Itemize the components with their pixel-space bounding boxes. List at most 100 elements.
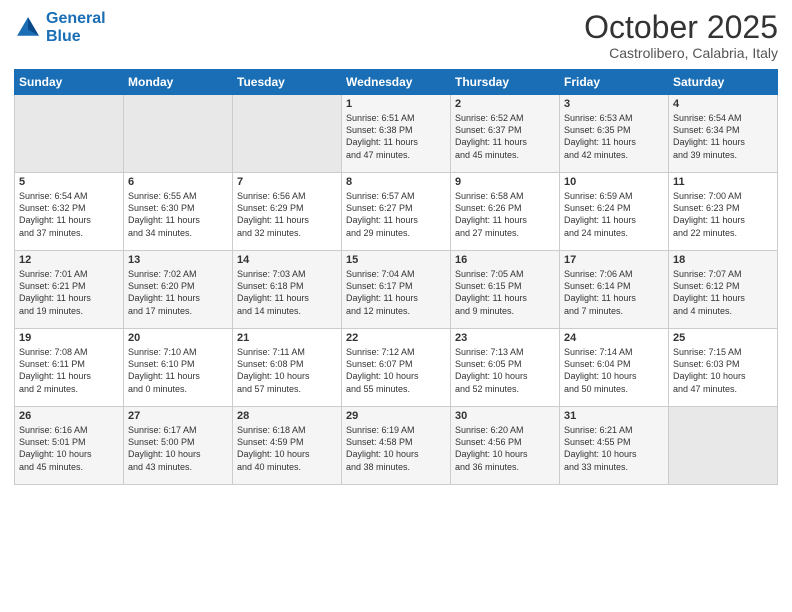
calendar-cell: 5 Sunrise: 6:54 AM Sunset: 6:32 PM Daylig… — [15, 173, 124, 251]
calendar-week-row: 26 Sunrise: 6:16 AM Sunset: 5:01 PM Dayli… — [15, 407, 778, 485]
cell-content: Sunrise: 6:52 AM Sunset: 6:37 PM Dayligh… — [455, 112, 555, 161]
weekday-header: Sunday — [15, 70, 124, 95]
calendar-cell: 19 Sunrise: 7:08 AM Sunset: 6:11 PM Dayli… — [15, 329, 124, 407]
calendar-cell: 2 Sunrise: 6:52 AM Sunset: 6:37 PM Daylig… — [451, 95, 560, 173]
cell-content: Sunrise: 6:54 AM Sunset: 6:32 PM Dayligh… — [19, 190, 119, 239]
calendar-cell: 26 Sunrise: 6:16 AM Sunset: 5:01 PM Dayli… — [15, 407, 124, 485]
calendar-week-row: 5 Sunrise: 6:54 AM Sunset: 6:32 PM Daylig… — [15, 173, 778, 251]
cell-content: Sunrise: 6:20 AM Sunset: 4:56 PM Dayligh… — [455, 424, 555, 473]
day-number: 14 — [237, 254, 337, 266]
title-block: October 2025 Castrolibero, Calabria, Ita… — [584, 10, 778, 61]
calendar-cell: 27Sunrise: 6:17 AM Sunset: 5:00 PM Dayli… — [124, 407, 233, 485]
cell-content: Sunrise: 7:15 AM Sunset: 6:03 PM Dayligh… — [673, 346, 773, 395]
day-number: 9 — [455, 176, 555, 188]
calendar-cell: 9 Sunrise: 6:58 AM Sunset: 6:26 PM Daylig… — [451, 173, 560, 251]
calendar-table: SundayMondayTuesdayWednesdayThursdayFrid… — [14, 69, 778, 485]
day-number: 5 — [19, 176, 119, 188]
cell-content: Sunrise: 7:00 AM Sunset: 6:23 PM Dayligh… — [673, 190, 773, 239]
calendar-cell: 23 Sunrise: 7:13 AM Sunset: 6:05 PM Dayli… — [451, 329, 560, 407]
weekday-header: Thursday — [451, 70, 560, 95]
calendar-cell: 22 Sunrise: 7:12 AM Sunset: 6:07 PM Dayli… — [342, 329, 451, 407]
calendar-cell: 18 Sunrise: 7:07 AM Sunset: 6:12 PM Dayli… — [669, 251, 778, 329]
calendar-week-row: 12 Sunrise: 7:01 AM Sunset: 6:21 PM Dayli… — [15, 251, 778, 329]
day-number: 24 — [564, 332, 664, 344]
day-number: 26 — [19, 410, 119, 422]
calendar-cell: 4 Sunrise: 6:54 AM Sunset: 6:34 PM Daylig… — [669, 95, 778, 173]
cell-content: Sunrise: 7:14 AM Sunset: 6:04 PM Dayligh… — [564, 346, 664, 395]
cell-content: Sunrise: 6:21 AM Sunset: 4:55 PM Dayligh… — [564, 424, 664, 473]
calendar-cell: 21 Sunrise: 7:11 AM Sunset: 6:08 PM Dayli… — [233, 329, 342, 407]
cell-content: Sunrise: 7:10 AM Sunset: 6:10 PM Dayligh… — [128, 346, 228, 395]
calendar-cell: 29Sunrise: 6:19 AM Sunset: 4:58 PM Dayli… — [342, 407, 451, 485]
calendar-cell — [233, 95, 342, 173]
calendar-cell: 20 Sunrise: 7:10 AM Sunset: 6:10 PM Dayli… — [124, 329, 233, 407]
cell-content: Sunrise: 6:16 AM Sunset: 5:01 PM Dayligh… — [19, 424, 119, 473]
cell-content: Sunrise: 6:18 AM Sunset: 4:59 PM Dayligh… — [237, 424, 337, 473]
cell-content: Sunrise: 7:13 AM Sunset: 6:05 PM Dayligh… — [455, 346, 555, 395]
calendar-cell: 28 Sunrise: 6:18 AM Sunset: 4:59 PM Dayli… — [233, 407, 342, 485]
calendar-cell: 31Sunrise: 6:21 AM Sunset: 4:55 PM Dayli… — [560, 407, 669, 485]
day-number: 30 — [455, 410, 555, 422]
header: General Blue October 2025 Castrolibero, … — [14, 10, 778, 61]
calendar-cell: 10Sunrise: 6:59 AM Sunset: 6:24 PM Dayli… — [560, 173, 669, 251]
calendar-cell: 17Sunrise: 7:06 AM Sunset: 6:14 PM Dayli… — [560, 251, 669, 329]
weekday-header: Tuesday — [233, 70, 342, 95]
cell-content: Sunrise: 7:07 AM Sunset: 6:12 PM Dayligh… — [673, 268, 773, 317]
weekday-header: Wednesday — [342, 70, 451, 95]
calendar-week-row: 19 Sunrise: 7:08 AM Sunset: 6:11 PM Dayli… — [15, 329, 778, 407]
day-number: 3 — [564, 98, 664, 110]
day-number: 8 — [346, 176, 446, 188]
day-number: 21 — [237, 332, 337, 344]
weekday-header-row: SundayMondayTuesdayWednesdayThursdayFrid… — [15, 70, 778, 95]
calendar-cell: 6Sunrise: 6:55 AM Sunset: 6:30 PM Daylig… — [124, 173, 233, 251]
day-number: 28 — [237, 410, 337, 422]
cell-content: Sunrise: 6:57 AM Sunset: 6:27 PM Dayligh… — [346, 190, 446, 239]
calendar-cell: 13 Sunrise: 7:02 AM Sunset: 6:20 PM Dayli… — [124, 251, 233, 329]
cell-content: Sunrise: 7:11 AM Sunset: 6:08 PM Dayligh… — [237, 346, 337, 395]
calendar-cell: 11Sunrise: 7:00 AM Sunset: 6:23 PM Dayli… — [669, 173, 778, 251]
cell-content: Sunrise: 6:53 AM Sunset: 6:35 PM Dayligh… — [564, 112, 664, 161]
day-number: 13 — [128, 254, 228, 266]
cell-content: Sunrise: 6:56 AM Sunset: 6:29 PM Dayligh… — [237, 190, 337, 239]
day-number: 2 — [455, 98, 555, 110]
day-number: 1 — [346, 98, 446, 110]
cell-content: Sunrise: 6:59 AM Sunset: 6:24 PM Dayligh… — [564, 190, 664, 239]
calendar-cell: 7Sunrise: 6:56 AM Sunset: 6:29 PM Daylig… — [233, 173, 342, 251]
calendar-cell: 15 Sunrise: 7:04 AM Sunset: 6:17 PM Dayli… — [342, 251, 451, 329]
cell-content: Sunrise: 7:01 AM Sunset: 6:21 PM Dayligh… — [19, 268, 119, 317]
cell-content: Sunrise: 6:19 AM Sunset: 4:58 PM Dayligh… — [346, 424, 446, 473]
cell-content: Sunrise: 6:58 AM Sunset: 6:26 PM Dayligh… — [455, 190, 555, 239]
calendar-cell: 1 Sunrise: 6:51 AM Sunset: 6:38 PM Daylig… — [342, 95, 451, 173]
cell-content: Sunrise: 6:55 AM Sunset: 6:30 PM Dayligh… — [128, 190, 228, 239]
cell-content: Sunrise: 7:05 AM Sunset: 6:15 PM Dayligh… — [455, 268, 555, 317]
calendar-cell: 14Sunrise: 7:03 AM Sunset: 6:18 PM Dayli… — [233, 251, 342, 329]
day-number: 17 — [564, 254, 664, 266]
day-number: 23 — [455, 332, 555, 344]
calendar-week-row: 1 Sunrise: 6:51 AM Sunset: 6:38 PM Daylig… — [15, 95, 778, 173]
day-number: 18 — [673, 254, 773, 266]
day-number: 15 — [346, 254, 446, 266]
calendar-cell: 25Sunrise: 7:15 AM Sunset: 6:03 PM Dayli… — [669, 329, 778, 407]
day-number: 16 — [455, 254, 555, 266]
month-title: October 2025 — [584, 10, 778, 45]
day-number: 22 — [346, 332, 446, 344]
day-number: 20 — [128, 332, 228, 344]
cell-content: Sunrise: 6:54 AM Sunset: 6:34 PM Dayligh… — [673, 112, 773, 161]
cell-content: Sunrise: 7:08 AM Sunset: 6:11 PM Dayligh… — [19, 346, 119, 395]
calendar-cell — [124, 95, 233, 173]
calendar-cell: 30 Sunrise: 6:20 AM Sunset: 4:56 PM Dayli… — [451, 407, 560, 485]
cell-content: Sunrise: 7:12 AM Sunset: 6:07 PM Dayligh… — [346, 346, 446, 395]
cell-content: Sunrise: 7:04 AM Sunset: 6:17 PM Dayligh… — [346, 268, 446, 317]
cell-content: Sunrise: 7:02 AM Sunset: 6:20 PM Dayligh… — [128, 268, 228, 317]
weekday-header: Saturday — [669, 70, 778, 95]
calendar-cell — [669, 407, 778, 485]
weekday-header: Monday — [124, 70, 233, 95]
day-number: 12 — [19, 254, 119, 266]
logo-text: General Blue — [46, 10, 106, 46]
day-number: 4 — [673, 98, 773, 110]
location-subtitle: Castrolibero, Calabria, Italy — [584, 45, 778, 61]
day-number: 19 — [19, 332, 119, 344]
weekday-header: Friday — [560, 70, 669, 95]
page-container: General Blue October 2025 Castrolibero, … — [0, 0, 792, 491]
cell-content: Sunrise: 6:51 AM Sunset: 6:38 PM Dayligh… — [346, 112, 446, 161]
